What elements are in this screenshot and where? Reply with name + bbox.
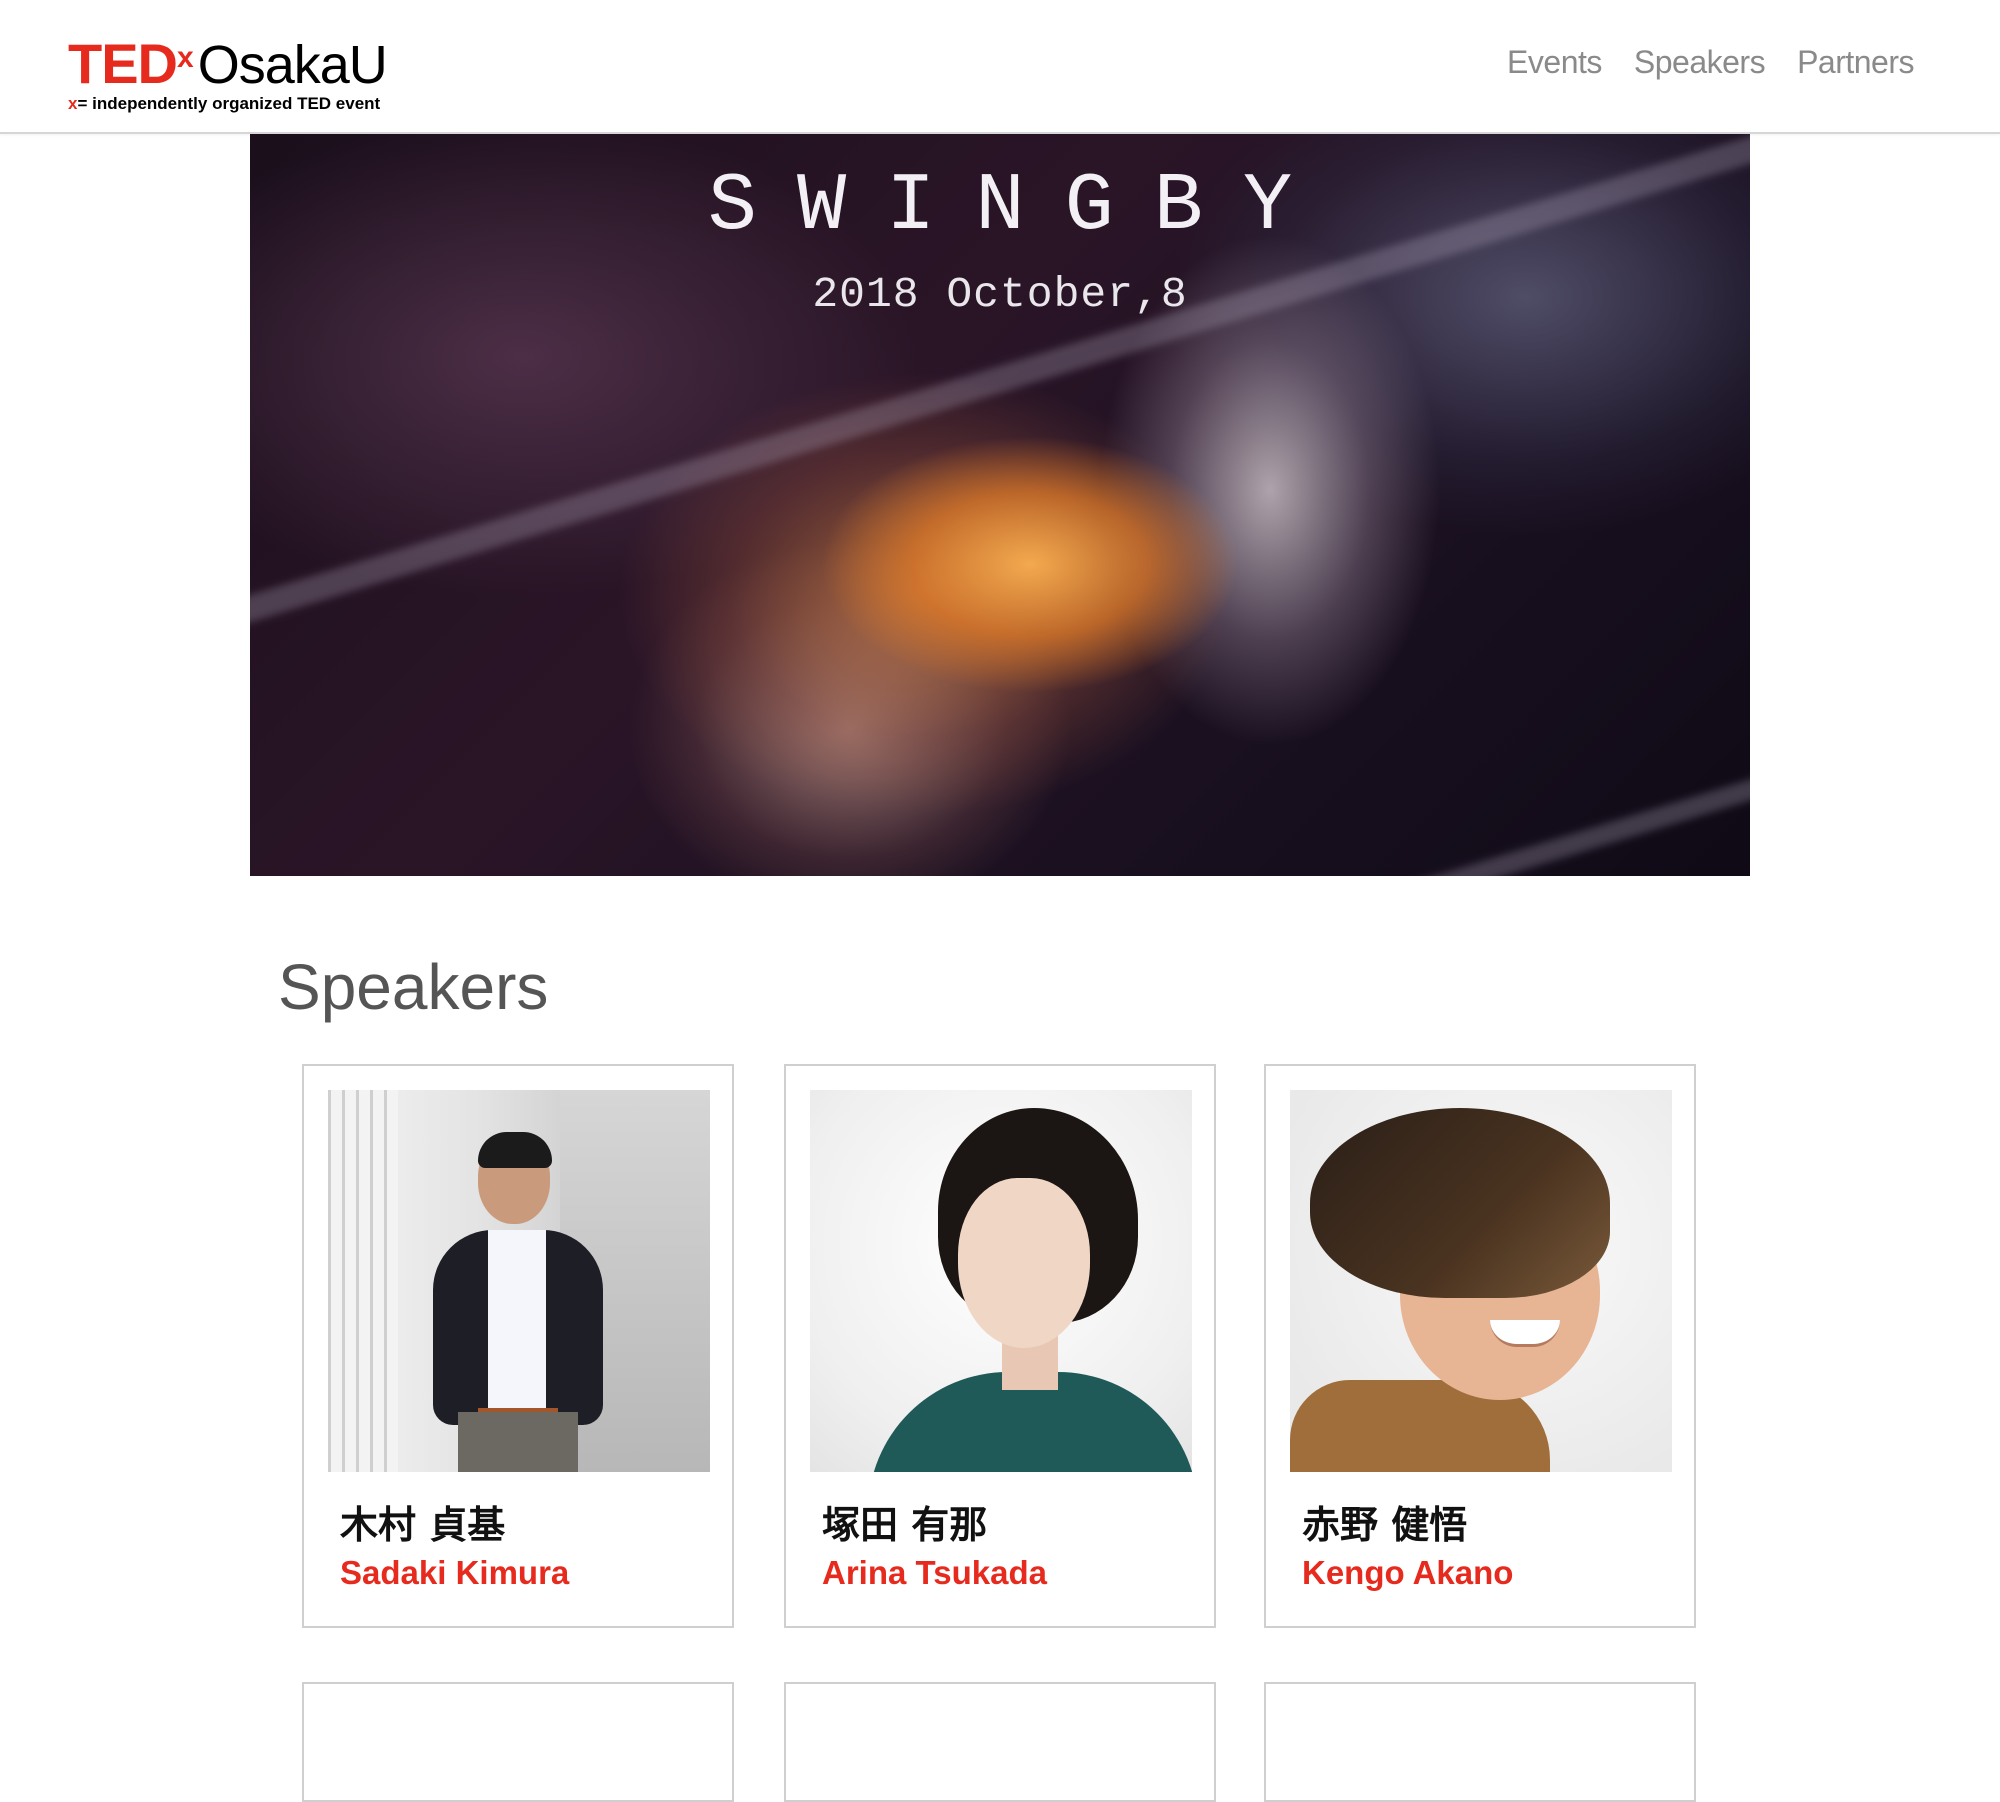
hero-banner: SWINGBY 2018 October,8 — [250, 134, 1750, 876]
logo-tagline-text: = independently organized TED event — [77, 94, 381, 113]
pants — [458, 1412, 578, 1472]
speaker-photo — [328, 1090, 710, 1472]
light-streak — [1047, 731, 1750, 876]
speaker-name-jp: 塚田 有那 — [822, 1503, 988, 1547]
site-logo[interactable]: TEDxOsakaU x= independently organized TE… — [68, 35, 388, 114]
main-nav: Events Speakers Partners — [1507, 44, 1914, 81]
speaker-name-en[interactable]: Sadaki Kimura — [340, 1554, 569, 1592]
speaker-photo — [810, 1090, 1192, 1472]
speaker-name-jp: 木村 貞基 — [340, 1503, 506, 1547]
speaker-card[interactable] — [1264, 1682, 1696, 1802]
site-header: TEDxOsakaU x= independently organized TE… — [0, 0, 2000, 134]
face — [958, 1178, 1090, 1348]
logo-event-name: OsakaU — [197, 35, 388, 95]
speaker-card[interactable]: 木村 貞基 Sadaki Kimura — [302, 1064, 734, 1628]
logo-tagline: x= independently organized TED event — [68, 94, 387, 114]
speakers-heading: Speakers — [278, 951, 549, 1023]
hair — [1310, 1108, 1610, 1298]
speaker-card[interactable] — [302, 1682, 734, 1802]
speaker-card[interactable] — [784, 1682, 1216, 1802]
speaker-name-jp: 赤野 健悟 — [1302, 1503, 1468, 1547]
shirt — [488, 1230, 546, 1410]
speaker-name-en[interactable]: Arina Tsukada — [822, 1554, 1047, 1592]
speaker-name-en[interactable]: Kengo Akano — [1302, 1554, 1513, 1592]
hero-date: 2018 October,8 — [812, 270, 1188, 319]
speaker-card[interactable]: 塚田 有那 Arina Tsukada — [784, 1064, 1216, 1628]
hero-title: SWINGBY — [707, 160, 1333, 253]
hair — [478, 1132, 552, 1168]
logo-x: x — [177, 41, 194, 74]
railing — [328, 1090, 398, 1472]
nav-speakers[interactable]: Speakers — [1634, 44, 1766, 81]
nav-partners[interactable]: Partners — [1797, 44, 1914, 81]
logo-ted: TED — [68, 32, 178, 95]
logo-wordmark: TEDxOsakaU — [68, 35, 388, 95]
speaker-card[interactable]: 赤野 健悟 Kengo Akano — [1264, 1064, 1696, 1628]
speaker-photo — [1290, 1090, 1672, 1472]
nav-events[interactable]: Events — [1507, 44, 1602, 81]
